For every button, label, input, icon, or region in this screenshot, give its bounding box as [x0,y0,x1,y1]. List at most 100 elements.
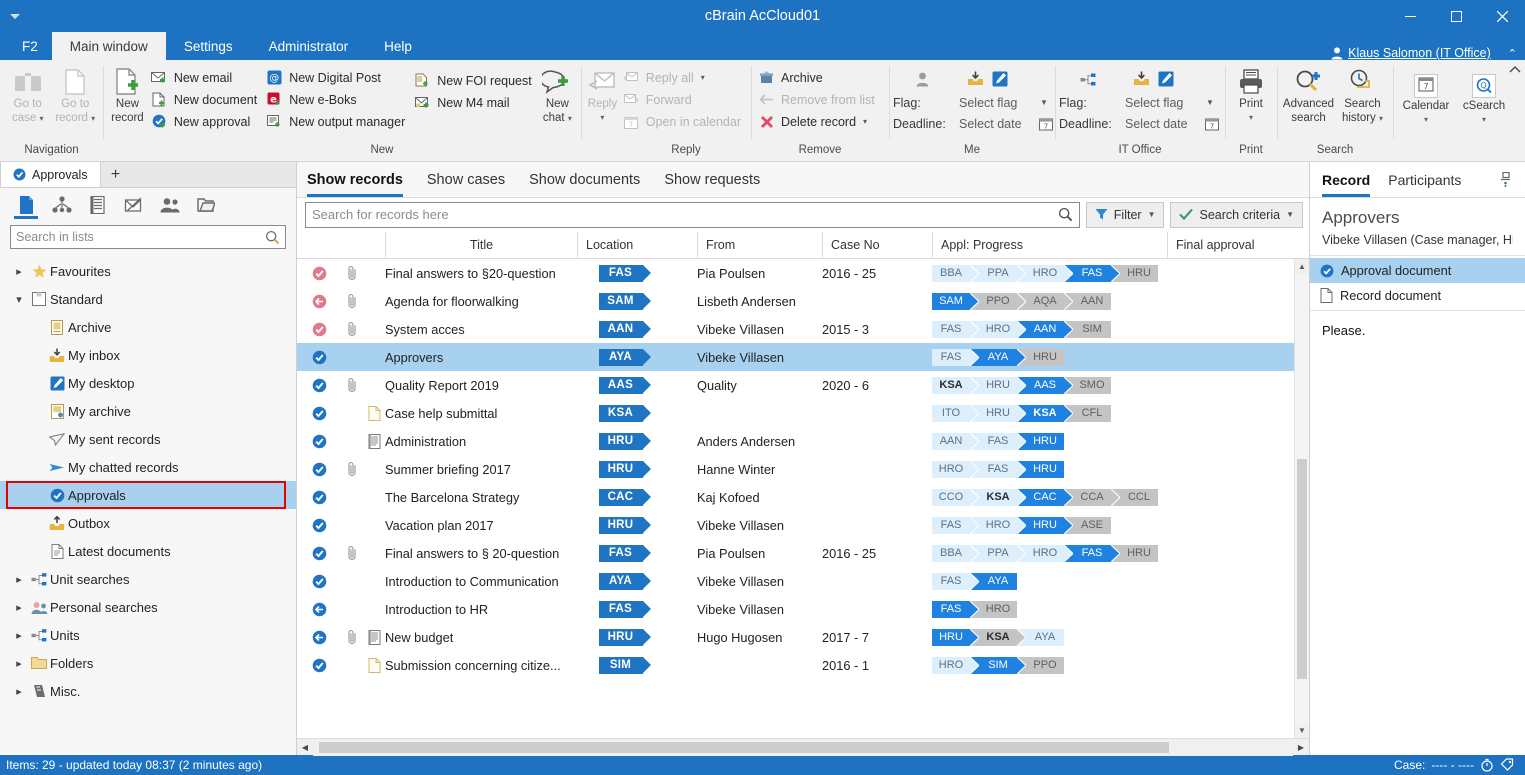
records-search-box[interactable] [305,202,1080,228]
column-header-title[interactable]: Title [385,232,577,259]
menu-tab-f2[interactable]: F2 [0,32,52,60]
me-deadline-value[interactable]: Select date [959,117,1031,131]
sidebar-item-latest-documents[interactable]: Latest documents [0,537,296,565]
minimize-button[interactable] [1387,0,1433,32]
archive-button[interactable]: Archive [755,67,881,88]
delete-record-button[interactable]: Delete record ▾ [755,111,881,132]
advanced-search-button[interactable]: Advanced search [1281,64,1336,125]
column-header-from[interactable]: From [697,232,822,259]
scroll-up-button[interactable]: ▲ [1295,259,1309,274]
column-header-final-approval[interactable]: Final approval [1167,232,1309,259]
open-in-calendar-button[interactable]: 7 Open in calendar [620,111,747,132]
column-header-progress[interactable]: Appl: Progress [932,232,1167,259]
chevron-down-icon[interactable]: ▼ [1206,98,1214,107]
new-record-button[interactable]: New record [107,64,148,125]
expand-arrow-icon[interactable]: ▸ [10,657,28,670]
sidebar-item-folders[interactable]: ▸Folders [0,649,296,677]
sidebar-item-my-archive[interactable]: My archive [0,397,296,425]
cases-icon[interactable] [46,190,78,220]
me-flag-value[interactable]: Select flag [959,96,1031,110]
quick-access-toolbar[interactable] [0,14,30,19]
search-icon[interactable] [1058,207,1073,222]
forward-button[interactable]: Forward [620,89,747,110]
calendar-icon[interactable]: 7 [1039,117,1053,131]
preview-doc-approval-document[interactable]: Approval document [1310,258,1525,283]
itoffice-flag-value[interactable]: Select flag [1125,96,1197,110]
inbox-icon[interactable] [967,71,984,87]
expand-arrow-icon[interactable]: ▸ [10,601,28,614]
sidebar-item-my-inbox[interactable]: My inbox [0,341,296,369]
hscroll-track[interactable] [313,739,1293,756]
desktop-icon[interactable] [1158,71,1174,87]
table-row[interactable]: Final answers to § 20-questionFASPia Pou… [297,539,1309,567]
sidebar-item-my-desktop[interactable]: My desktop [0,369,296,397]
chevron-up-icon[interactable]: ⌃ [1496,47,1517,60]
sidebar-item-units[interactable]: ▸Units [0,621,296,649]
table-row[interactable]: Case help submittalKSAITOHRUKSACFL [297,399,1309,427]
vertical-scrollbar[interactable]: ▲ ▼ [1294,259,1309,738]
documents-icon[interactable] [82,190,114,220]
maximize-button[interactable] [1433,0,1479,32]
table-row[interactable]: Agenda for floorwalkingSAMLisbeth Anders… [297,287,1309,315]
chevron-down-icon[interactable]: ▼ [1040,98,1048,107]
go-to-record-button[interactable]: Go to record ▾ [52,64,100,125]
sidebar-item-standard[interactable]: ▾Standard [0,285,296,313]
table-row[interactable]: Submission concerning citize...SIM2016 -… [297,651,1309,679]
sidebar-item-unit-searches[interactable]: ▸Unit searches [0,565,296,593]
desktop-icon[interactable] [992,71,1008,87]
mail-icon[interactable] [118,190,150,220]
table-row[interactable]: Introduction to CommunicationAYAVibeke V… [297,567,1309,595]
calendar-icon[interactable]: 7 [1205,117,1219,131]
new-digital-post-button[interactable]: @ New Digital Post [263,67,411,88]
close-button[interactable] [1479,0,1525,32]
sidebar-item-archive[interactable]: Archive [0,313,296,341]
records-icon[interactable] [10,190,42,220]
sidebar-item-personal-searches[interactable]: ▸Personal searches [0,593,296,621]
contacts-icon[interactable] [154,190,186,220]
reply-button[interactable]: Reply ▾ [585,64,620,124]
table-row[interactable]: AdministrationHRUAnders AndersenAANFASHR… [297,427,1309,455]
search-icon[interactable] [265,230,280,245]
expand-arrow-icon[interactable]: ▸ [10,685,28,698]
search-in-lists-box[interactable] [10,225,286,249]
table-row[interactable]: The Barcelona StrategyCACKaj KofoedCCOKS… [297,483,1309,511]
expand-arrow-icon[interactable]: ▾ [10,293,28,306]
add-tab-button[interactable]: + [101,163,131,187]
search-criteria-button[interactable]: Search criteria ▼ [1170,202,1303,228]
new-chat-button[interactable]: New chat ▾ [538,64,577,125]
new-document-button[interactable]: New document [148,89,263,110]
records-search-input[interactable] [312,207,1058,222]
menu-tab-help[interactable]: Help [366,32,430,60]
search-history-button[interactable]: Search history ▾ [1336,64,1389,125]
table-row[interactable]: System accesAANVibeke Villasen2015 - 3FA… [297,315,1309,343]
search-in-lists-input[interactable] [16,230,265,244]
calendar-button[interactable]: 7 Calendar ▾ [1397,70,1455,126]
scroll-down-button[interactable]: ▼ [1295,723,1309,738]
filter-button[interactable]: Filter ▼ [1086,202,1165,228]
table-row[interactable]: New budgetHRUHugo Hugosen2017 - 7HRUKSAA… [297,623,1309,651]
itoffice-deadline-value[interactable]: Select date [1125,117,1197,131]
tab-show-documents[interactable]: Show documents [529,162,640,197]
expand-preview-icon[interactable] [1498,172,1513,187]
table-row[interactable]: ApproversAYAVibeke VillasenFASAYAHRU [297,343,1309,371]
inbox-icon[interactable] [1133,71,1150,87]
sidebar-item-favourites[interactable]: ▸Favourites [0,257,296,285]
unit-icon[interactable] [1059,72,1117,87]
sidebar-item-my-sent-records[interactable]: My sent records [0,425,296,453]
ribbon-collapse-button[interactable] [1509,64,1521,76]
print-button[interactable]: Print ▾ [1229,64,1273,124]
reply-all-button[interactable]: Reply all ▾ [620,67,747,88]
tab-show-cases[interactable]: Show cases [427,162,505,197]
expand-arrow-icon[interactable]: ▸ [10,265,28,278]
expand-arrow-icon[interactable]: ▸ [10,629,28,642]
sidebar-item-approvals[interactable]: Approvals [0,481,296,509]
list-tab-approvals[interactable]: Approvals [0,161,101,187]
remove-from-list-button[interactable]: Remove from list [755,89,881,110]
preview-doc-record-document[interactable]: Record document [1310,283,1525,308]
tab-participants[interactable]: Participants [1388,162,1461,197]
new-approval-button[interactable]: New approval [148,111,263,132]
new-m4-mail-button[interactable]: New M4 mail [411,92,537,113]
column-header-status[interactable] [297,232,385,259]
column-header-location[interactable]: Location [577,232,697,259]
menu-tab-administrator[interactable]: Administrator [251,32,367,60]
